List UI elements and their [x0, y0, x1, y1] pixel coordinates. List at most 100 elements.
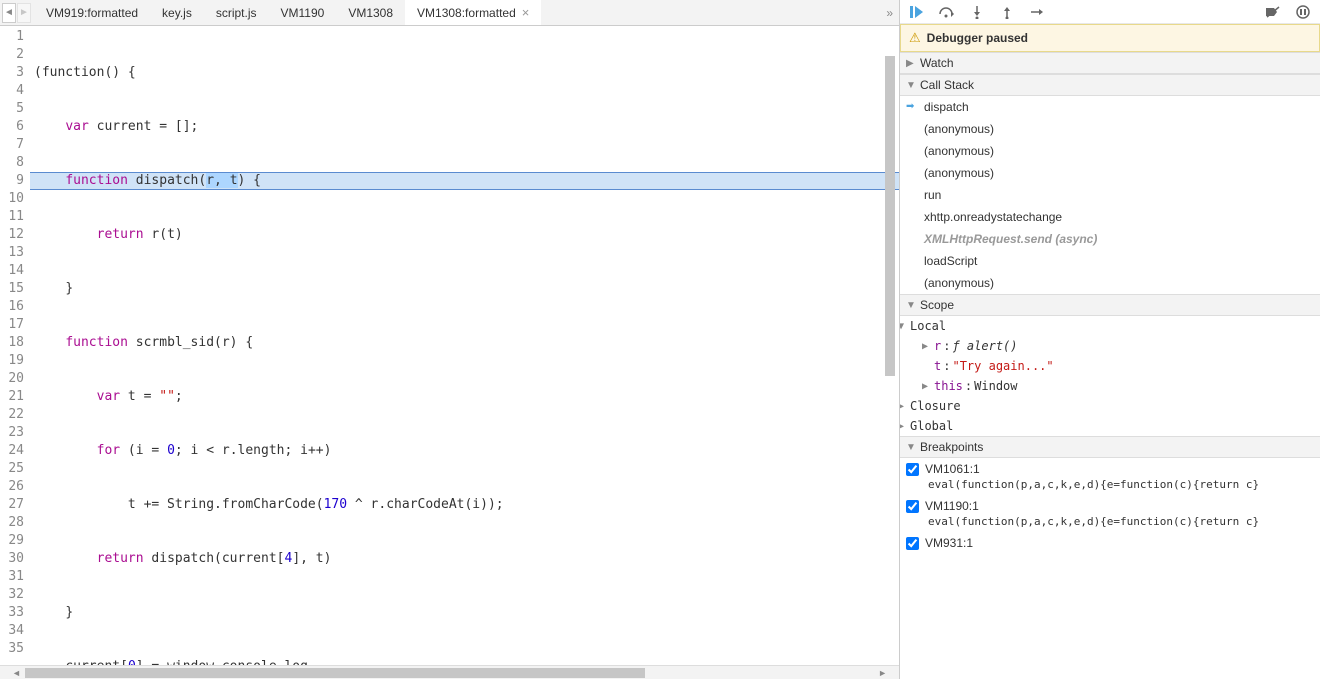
line-number[interactable]: 25 — [0, 460, 24, 478]
async-divider: XMLHttpRequest.send (async) — [900, 228, 1320, 250]
scope-closure[interactable]: ▶Closure — [900, 396, 1320, 416]
breakpoint-checkbox[interactable] — [906, 500, 919, 513]
line-number[interactable]: 16 — [0, 298, 24, 316]
debugger-panel: ⚠ Debugger paused ▶Watch ▼Call Stack dis… — [900, 0, 1320, 679]
tabs-bar: ◄ ► VM919:formattedkey.jsscript.jsVM1190… — [0, 0, 899, 26]
stack-frame[interactable]: xhttp.onreadystatechange — [900, 206, 1320, 228]
debugger-toolbar — [900, 0, 1320, 24]
stack-frame[interactable]: loadScript — [900, 250, 1320, 272]
hscroll-right-icon[interactable]: ► — [878, 668, 887, 678]
warn-icon: ⚠ — [909, 30, 921, 46]
scope-var-t[interactable]: t: "Try again..." — [900, 356, 1320, 376]
line-number[interactable]: 11 — [0, 208, 24, 226]
stack-frame[interactable]: (anonymous) — [900, 162, 1320, 184]
stack-frame[interactable]: run — [900, 184, 1320, 206]
breakpoint-checkbox[interactable] — [906, 537, 919, 550]
breakpoint-item[interactable]: VM931:1 — [900, 532, 1320, 556]
stack-frame[interactable]: dispatch — [900, 96, 1320, 118]
line-number[interactable]: 17 — [0, 316, 24, 334]
chevron-down-icon: ▼ — [906, 80, 918, 91]
chevron-down-icon: ▼ — [906, 300, 918, 311]
line-number[interactable]: 10 — [0, 190, 24, 208]
scope-local[interactable]: ▼Local — [900, 316, 1320, 336]
line-number[interactable]: 12 — [0, 226, 24, 244]
scope-list: ▼Local ▶r: ƒ alert() t: "Try again..." ▶… — [900, 316, 1320, 436]
line-number[interactable]: 14 — [0, 262, 24, 280]
vertical-scrollbar[interactable] — [885, 56, 895, 376]
step-button[interactable] — [1028, 3, 1046, 21]
breakpoint-checkbox[interactable] — [906, 463, 919, 476]
line-gutter: 1234567891011121314151617181920212223242… — [0, 26, 30, 665]
tab-VM1190[interactable]: VM1190 — [269, 0, 337, 25]
line-number[interactable]: 3 — [0, 64, 24, 82]
line-number[interactable]: 6 — [0, 118, 24, 136]
line-number[interactable]: 27 — [0, 496, 24, 514]
code-content[interactable]: (function() { var current = []; function… — [30, 26, 899, 665]
step-over-button[interactable] — [938, 3, 956, 21]
line-number[interactable]: 9 — [0, 172, 24, 190]
line-number[interactable]: 20 — [0, 370, 24, 388]
section-watch[interactable]: ▶Watch — [900, 52, 1320, 74]
breakpoint-list: VM1061:1eval(function(p,a,c,k,e,d){e=fun… — [900, 458, 1320, 556]
step-into-button[interactable] — [968, 3, 986, 21]
tab-script-js[interactable]: script.js — [204, 0, 269, 25]
section-breakpoints[interactable]: ▼Breakpoints — [900, 436, 1320, 458]
chevron-down-icon: ▼ — [906, 442, 918, 453]
line-number[interactable]: 2 — [0, 46, 24, 64]
line-number[interactable]: 4 — [0, 82, 24, 100]
deactivate-breakpoints-button[interactable] — [1264, 3, 1282, 21]
line-number[interactable]: 30 — [0, 550, 24, 568]
stack-frame[interactable]: (anonymous) — [900, 272, 1320, 294]
chevron-right-icon: ▶ — [906, 58, 918, 69]
tab-next-button[interactable]: ► — [17, 3, 31, 23]
line-number[interactable]: 19 — [0, 352, 24, 370]
line-number[interactable]: 28 — [0, 514, 24, 532]
code-editor[interactable]: 1234567891011121314151617181920212223242… — [0, 26, 899, 665]
hscroll-thumb[interactable] — [25, 668, 645, 678]
section-callstack[interactable]: ▼Call Stack — [900, 74, 1320, 96]
line-number[interactable]: 33 — [0, 604, 24, 622]
line-number[interactable]: 13 — [0, 244, 24, 262]
tab-key-js[interactable]: key.js — [150, 0, 204, 25]
line-number[interactable]: 1 — [0, 28, 24, 46]
stack-frame[interactable]: (anonymous) — [900, 140, 1320, 162]
tab-VM1308[interactable]: VM1308 — [336, 0, 405, 25]
line-number[interactable]: 22 — [0, 406, 24, 424]
line-number[interactable]: 23 — [0, 424, 24, 442]
line-number[interactable]: 34 — [0, 622, 24, 640]
line-number[interactable]: 35 — [0, 640, 24, 658]
close-icon[interactable]: × — [522, 5, 530, 20]
line-number[interactable]: 18 — [0, 334, 24, 352]
line-number[interactable]: 31 — [0, 568, 24, 586]
step-out-button[interactable] — [998, 3, 1016, 21]
line-number[interactable]: 29 — [0, 532, 24, 550]
pause-exceptions-button[interactable] — [1294, 3, 1312, 21]
call-stack-list: dispatch(anonymous)(anonymous)(anonymous… — [900, 96, 1320, 228]
tab-list: VM919:formattedkey.jsscript.jsVM1190VM13… — [34, 0, 880, 25]
paused-message: ⚠ Debugger paused — [900, 24, 1320, 52]
scope-global[interactable]: ▶Global — [900, 416, 1320, 436]
line-number[interactable]: 8 — [0, 154, 24, 172]
resume-button[interactable] — [908, 3, 926, 21]
scope-var-r[interactable]: ▶r: ƒ alert() — [900, 336, 1320, 356]
breakpoint-item[interactable]: VM1061:1eval(function(p,a,c,k,e,d){e=fun… — [900, 458, 1320, 495]
source-panel: ◄ ► VM919:formattedkey.jsscript.jsVM1190… — [0, 0, 900, 679]
line-number[interactable]: 7 — [0, 136, 24, 154]
line-number[interactable]: 24 — [0, 442, 24, 460]
horizontal-scrollbar[interactable]: ◄ ► — [0, 665, 899, 679]
line-number[interactable]: 32 — [0, 586, 24, 604]
tab-nav: ◄ ► — [0, 3, 34, 23]
tab-VM919-formatted[interactable]: VM919:formatted — [34, 0, 150, 25]
line-number[interactable]: 26 — [0, 478, 24, 496]
stack-frame[interactable]: (anonymous) — [900, 118, 1320, 140]
tab-overflow-button[interactable]: » — [880, 6, 899, 20]
line-number[interactable]: 21 — [0, 388, 24, 406]
hscroll-left-icon[interactable]: ◄ — [12, 668, 21, 678]
tab-VM1308-formatted[interactable]: VM1308:formatted× — [405, 0, 541, 25]
tab-prev-button[interactable]: ◄ — [2, 3, 16, 23]
line-number[interactable]: 15 — [0, 280, 24, 298]
line-number[interactable]: 5 — [0, 100, 24, 118]
breakpoint-item[interactable]: VM1190:1eval(function(p,a,c,k,e,d){e=fun… — [900, 495, 1320, 532]
section-scope[interactable]: ▼Scope — [900, 294, 1320, 316]
scope-var-this[interactable]: ▶this: Window — [900, 376, 1320, 396]
